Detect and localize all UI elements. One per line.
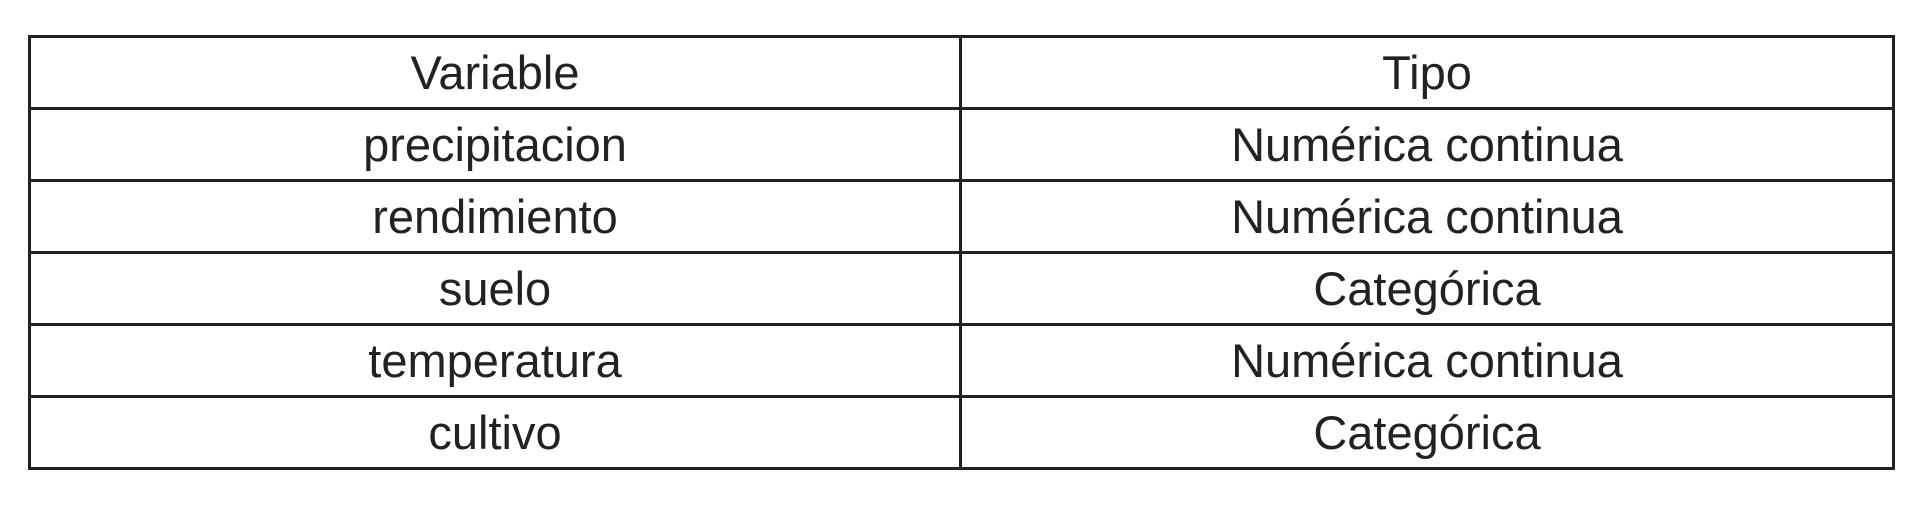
- cell-tipo: Categórica: [959, 395, 1895, 470]
- cell-tipo: Numérica continua: [959, 179, 1895, 254]
- table-row: temperatura Numérica continua: [28, 323, 1895, 398]
- cell-tipo: Categórica: [959, 251, 1895, 326]
- table-header-row: Variable Tipo: [28, 35, 1895, 110]
- cell-tipo: Numérica continua: [959, 107, 1895, 182]
- table-row: cultivo Categórica: [28, 395, 1895, 470]
- cell-variable: precipitacion: [28, 107, 962, 182]
- cell-variable: cultivo: [28, 395, 962, 470]
- cell-tipo: Numérica continua: [959, 323, 1895, 398]
- cell-variable: rendimiento: [28, 179, 962, 254]
- header-variable: Variable: [28, 35, 962, 110]
- table-row: suelo Categórica: [28, 251, 1895, 326]
- table-row: precipitacion Numérica continua: [28, 107, 1895, 182]
- header-tipo: Tipo: [959, 35, 1895, 110]
- cell-variable: suelo: [28, 251, 962, 326]
- variables-table-container: Variable Tipo precipitacion Numérica con…: [28, 35, 1895, 470]
- table-row: rendimiento Numérica continua: [28, 179, 1895, 254]
- variables-table: Variable Tipo precipitacion Numérica con…: [28, 35, 1895, 470]
- cell-variable: temperatura: [28, 323, 962, 398]
